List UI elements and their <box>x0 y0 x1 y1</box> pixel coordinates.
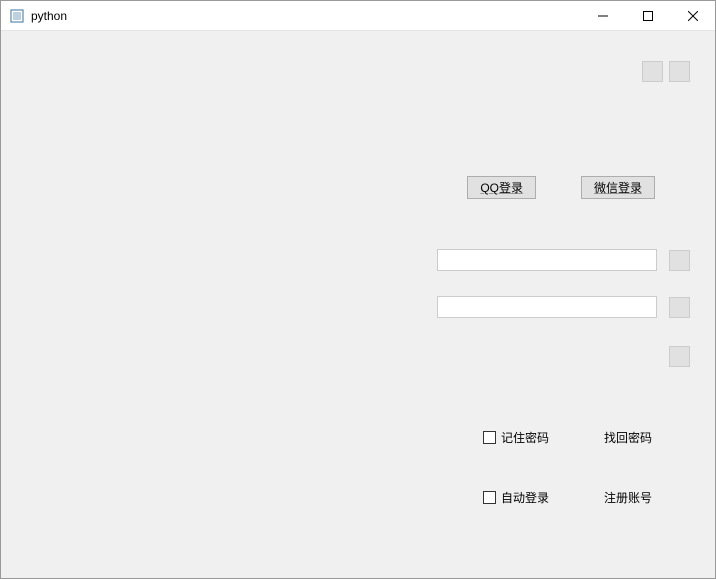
minimize-button[interactable] <box>580 1 625 30</box>
top-icon-boxes <box>642 61 690 82</box>
qq-login-button[interactable]: QQ登录 <box>467 176 536 199</box>
window-controls <box>580 1 715 30</box>
password-input[interactable] <box>437 296 657 318</box>
titlebar: python <box>1 1 715 31</box>
maximize-button[interactable] <box>625 1 670 30</box>
remember-password-label: 记住密码 <box>501 429 549 446</box>
login-method-buttons: QQ登录 微信登录 <box>467 176 655 199</box>
input-row-1 <box>437 249 690 271</box>
window-title: python <box>31 9 580 23</box>
app-icon <box>9 8 25 24</box>
remember-password-checkbox[interactable]: 记住密码 <box>483 429 549 446</box>
username-input[interactable] <box>437 249 657 271</box>
wechat-login-button[interactable]: 微信登录 <box>581 176 655 199</box>
option-row-1: 记住密码 找回密码 <box>483 429 652 446</box>
auto-login-checkbox[interactable]: 自动登录 <box>483 489 549 506</box>
input-1-icon-box[interactable] <box>669 250 690 271</box>
lone-icon-box[interactable] <box>669 346 690 367</box>
option-row-2: 自动登录 注册账号 <box>483 489 652 506</box>
content-area: QQ登录 微信登录 记住密码 找回密码 自动登录 注册账号 <box>1 31 715 578</box>
input-2-icon-box[interactable] <box>669 297 690 318</box>
input-row-2 <box>437 296 690 318</box>
top-box-1[interactable] <box>642 61 663 82</box>
auto-login-label: 自动登录 <box>501 489 549 506</box>
register-link[interactable]: 注册账号 <box>604 489 652 506</box>
top-box-2[interactable] <box>669 61 690 82</box>
find-password-link[interactable]: 找回密码 <box>604 429 652 446</box>
checkbox-icon <box>483 491 496 504</box>
checkbox-icon <box>483 431 496 444</box>
close-button[interactable] <box>670 1 715 30</box>
